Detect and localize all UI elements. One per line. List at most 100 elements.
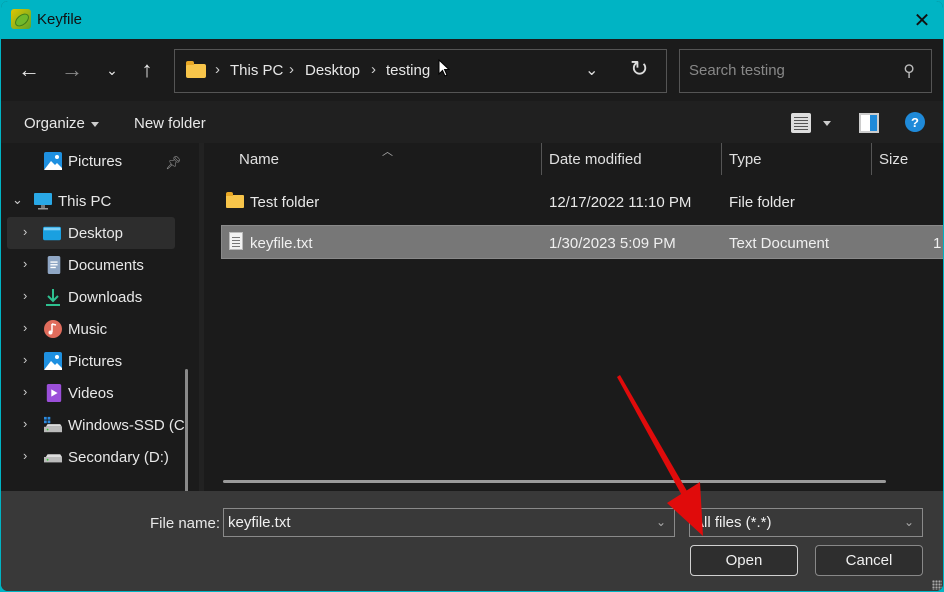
title-bar: Keyfile ✕ <box>1 1 943 39</box>
chevron-right-icon[interactable]: › <box>23 384 27 399</box>
cancel-button[interactable]: Cancel <box>815 545 923 576</box>
breadcrumb-testing[interactable]: testing <box>386 62 430 79</box>
command-bar: Organize New folder ? <box>1 101 943 143</box>
chevron-right-icon[interactable]: › <box>23 288 27 303</box>
sidebar-item-label: Documents <box>68 257 144 274</box>
up-button[interactable]: ↑ <box>132 55 162 85</box>
file-name-combobox[interactable]: ⌄ <box>223 508 675 537</box>
refresh-icon: ↻ <box>630 56 649 81</box>
column-header-size[interactable]: Size <box>879 151 908 168</box>
sidebar-item-label: This PC <box>58 193 112 210</box>
sidebar-item-documents[interactable]: › Documents <box>7 249 175 281</box>
chevron-right-icon[interactable]: › <box>23 224 27 239</box>
column-divider[interactable] <box>541 143 542 175</box>
chevron-right-icon[interactable]: › <box>23 352 27 367</box>
file-row-selected[interactable]: keyfile.txt 1/30/2023 5:09 PM Text Docum… <box>221 225 943 259</box>
sidebar-item-videos[interactable]: › Videos <box>7 377 175 409</box>
list-view-icon[interactable] <box>791 113 811 133</box>
address-bar[interactable]: › This PC › Desktop › testing ⌄ ↻ <box>174 49 667 93</box>
pictures-icon <box>44 352 62 370</box>
search-input[interactable] <box>689 62 889 79</box>
text-file-icon <box>229 232 243 250</box>
column-divider[interactable] <box>721 143 722 175</box>
navigation-pane: Pictures 📌︎ ⌄ This PC › Desktop › Docume… <box>1 143 197 491</box>
pin-icon[interactable]: 📌︎ <box>165 155 182 171</box>
file-type: File folder <box>729 194 795 211</box>
resize-grip-icon[interactable] <box>932 580 942 590</box>
sidebar-item-label: Music <box>68 321 108 338</box>
sidebar-item-this-pc[interactable]: ⌄ This PC <box>7 185 175 217</box>
sort-ascending-icon: ︿ <box>382 146 393 158</box>
close-button[interactable]: ✕ <box>899 1 943 39</box>
chevron-down-icon[interactable]: ⌄ <box>656 515 666 529</box>
column-header-name[interactable]: Name <box>239 151 279 168</box>
file-name-label: File name: <box>150 515 221 532</box>
sidebar-item-label: Videos <box>68 385 114 402</box>
refresh-button[interactable]: ↻ <box>630 56 648 82</box>
new-folder-button[interactable]: New folder <box>134 115 206 132</box>
caret-down-icon <box>90 121 99 127</box>
sidebar-item-pictures[interactable]: › Pictures <box>7 345 175 377</box>
chevron-right-icon[interactable]: › <box>23 416 27 431</box>
folder-icon <box>186 61 206 78</box>
sidebar-item-label: Pictures <box>68 153 123 170</box>
chevron-right-icon[interactable]: › <box>23 448 27 463</box>
breadcrumb-desktop[interactable]: Desktop <box>305 62 360 79</box>
search-box[interactable]: ⚲ <box>679 49 932 93</box>
file-list: ︿ Name Date modified Type Size Test fold… <box>204 143 943 491</box>
dialog-footer: File name: ⌄ All files (*.*) ⌄ Open Canc… <box>1 491 943 591</box>
chevron-down-icon[interactable]: ⌄ <box>12 192 23 208</box>
file-type-value: All files (*.*) <box>694 514 772 531</box>
sidebar-item-secondary-d[interactable]: › Secondary (D:) <box>7 441 175 473</box>
windows-drive-icon <box>44 416 62 433</box>
sidebar-item-desktop[interactable]: › Desktop <box>7 217 175 249</box>
horizontal-scrollbar[interactable] <box>223 480 886 483</box>
help-icon[interactable]: ? <box>905 112 925 132</box>
address-dropdown-button[interactable]: ⌄ <box>585 60 598 80</box>
documents-icon <box>47 256 61 274</box>
desktop-icon <box>43 226 61 241</box>
breadcrumb-this-pc[interactable]: This PC <box>230 62 283 79</box>
sidebar-item-music[interactable]: › Music <box>7 313 175 345</box>
organize-label: Organize <box>24 115 85 132</box>
column-divider[interactable] <box>871 143 872 175</box>
sidebar-item-windows-ssd[interactable]: › Windows-SSD (C <box>7 409 185 441</box>
sidebar-item-downloads[interactable]: › Downloads <box>7 281 175 313</box>
chevron-down-icon[interactable]: ⌄ <box>904 515 914 529</box>
file-size: 1 <box>933 235 942 252</box>
recent-locations-button[interactable]: ⌄ <box>97 55 127 85</box>
computer-icon <box>34 193 52 210</box>
sidebar-item-label: Windows-SSD (C <box>68 417 185 434</box>
arrow-left-icon: ← <box>18 57 40 82</box>
file-row[interactable]: Test folder 12/17/2022 11:10 PM File fol… <box>221 185 943 219</box>
preview-pane-icon[interactable] <box>859 113 879 133</box>
file-type-select[interactable]: All files (*.*) ⌄ <box>689 508 923 537</box>
chevron-right-icon[interactable]: › <box>23 256 27 271</box>
pictures-icon <box>44 152 62 170</box>
back-button[interactable]: ← <box>14 55 44 85</box>
arrow-right-icon: → <box>61 57 83 82</box>
column-header-date-modified[interactable]: Date modified <box>549 151 642 168</box>
window-title: Keyfile <box>37 11 83 28</box>
breadcrumb-separator: › <box>371 61 376 78</box>
search-icon[interactable]: ⚲ <box>903 61 915 81</box>
organize-button[interactable]: Organize <box>24 115 99 132</box>
sidebar-scrollbar[interactable] <box>185 369 188 491</box>
chevron-right-icon[interactable]: › <box>23 320 27 335</box>
file-type: Text Document <box>729 235 830 252</box>
file-name-input[interactable] <box>228 514 638 531</box>
view-options-caret-icon[interactable] <box>823 121 831 126</box>
forward-button[interactable]: → <box>57 55 87 85</box>
sidebar-item-pictures-pinned[interactable]: Pictures 📌︎ <box>7 145 182 177</box>
file-name: Test folder <box>250 194 320 211</box>
column-header-type[interactable]: Type <box>729 151 762 168</box>
sidebar-item-label: Secondary (D:) <box>68 449 169 466</box>
app-icon <box>11 9 31 29</box>
file-open-dialog: Keyfile ✕ ← → ⌄ ↑ › This PC › Desktop › … <box>0 0 944 592</box>
breadcrumb-separator: › <box>215 61 220 78</box>
open-button[interactable]: Open <box>690 545 798 576</box>
file-name: keyfile.txt <box>250 235 313 252</box>
downloads-icon <box>46 289 60 306</box>
file-date: 12/17/2022 11:10 PM <box>549 194 692 211</box>
close-icon: ✕ <box>913 9 931 32</box>
